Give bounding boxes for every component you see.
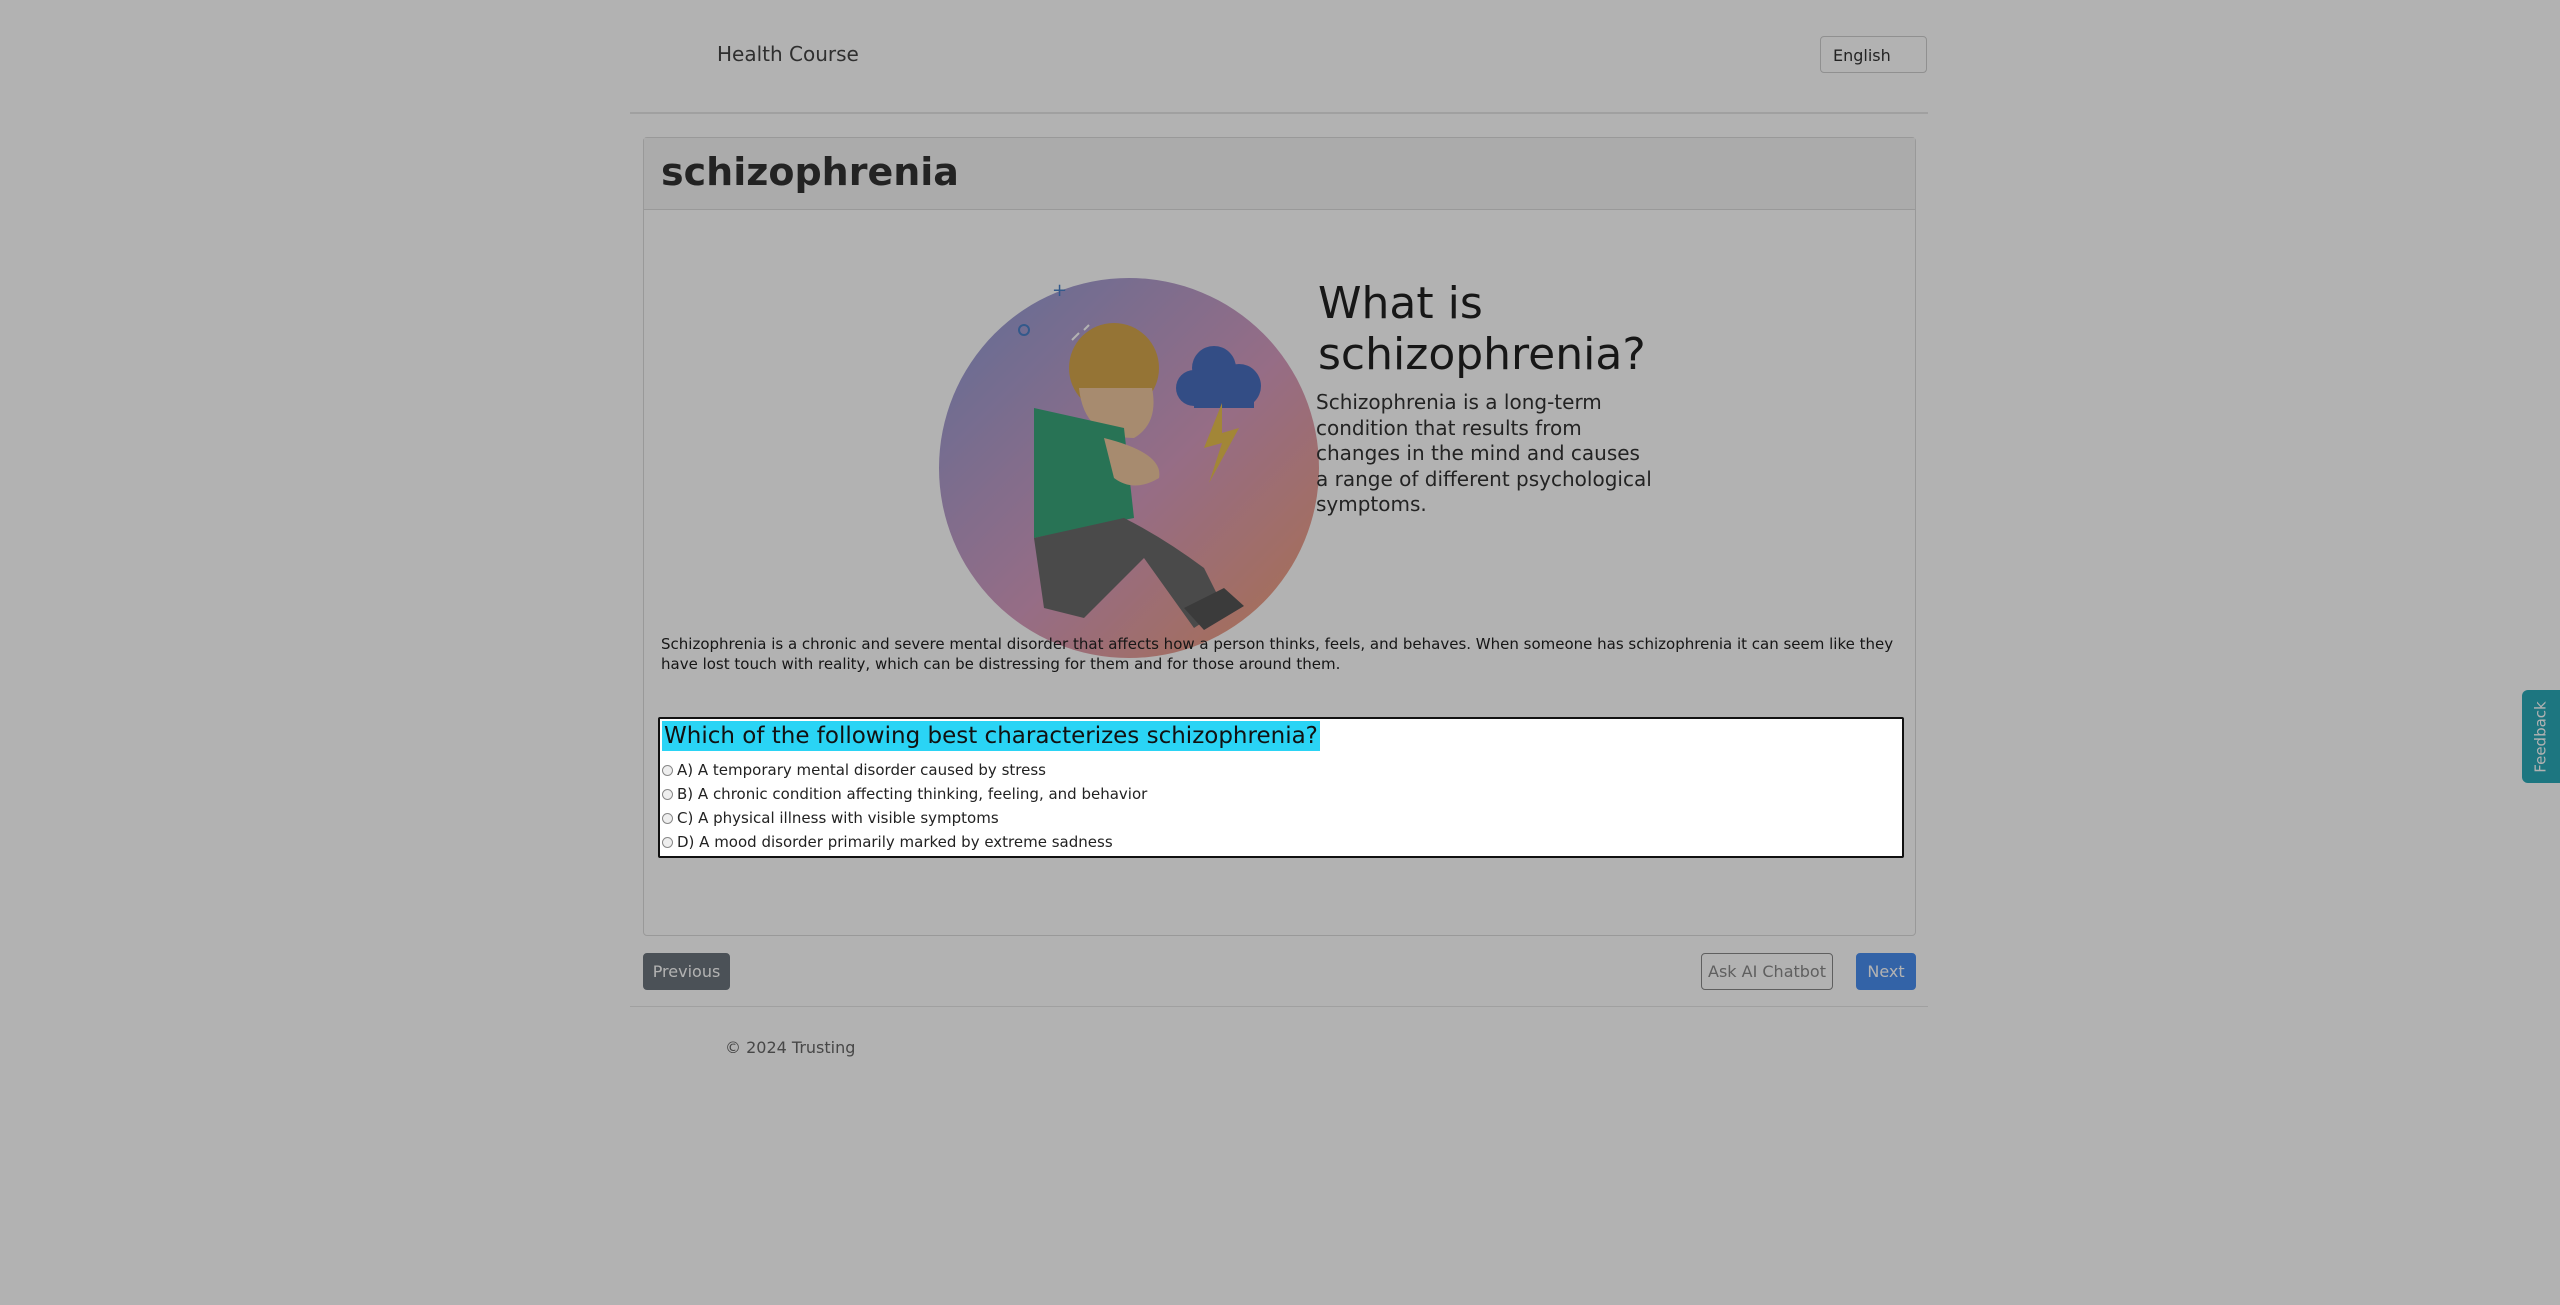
quiz-option-label: D) A mood disorder primarily marked by e…: [677, 833, 1113, 851]
quiz-option[interactable]: B) A chronic condition affecting thinkin…: [662, 784, 1147, 804]
quiz-option-label: B) A chronic condition affecting thinkin…: [677, 785, 1148, 803]
quiz-question: Which of the following best characterize…: [662, 721, 1320, 751]
quiz-option-label: A) A temporary mental disorder caused by…: [677, 761, 1046, 779]
quiz-option[interactable]: A) A temporary mental disorder caused by…: [662, 760, 1046, 780]
radio-button[interactable]: [662, 836, 673, 848]
quiz-option-label: C) A physical illness with visible sympt…: [677, 809, 999, 827]
radio-button[interactable]: [662, 812, 673, 824]
quiz-option[interactable]: D) A mood disorder primarily marked by e…: [662, 832, 1113, 852]
quiz-question-box: Which of the following best characterize…: [658, 717, 1904, 858]
modal-overlay: [0, 0, 2560, 1305]
radio-button[interactable]: [662, 788, 673, 800]
page: Health Course English schizophrenia + Wh…: [0, 0, 2560, 1305]
quiz-option[interactable]: C) A physical illness with visible sympt…: [662, 808, 999, 828]
radio-button[interactable]: [662, 764, 673, 776]
